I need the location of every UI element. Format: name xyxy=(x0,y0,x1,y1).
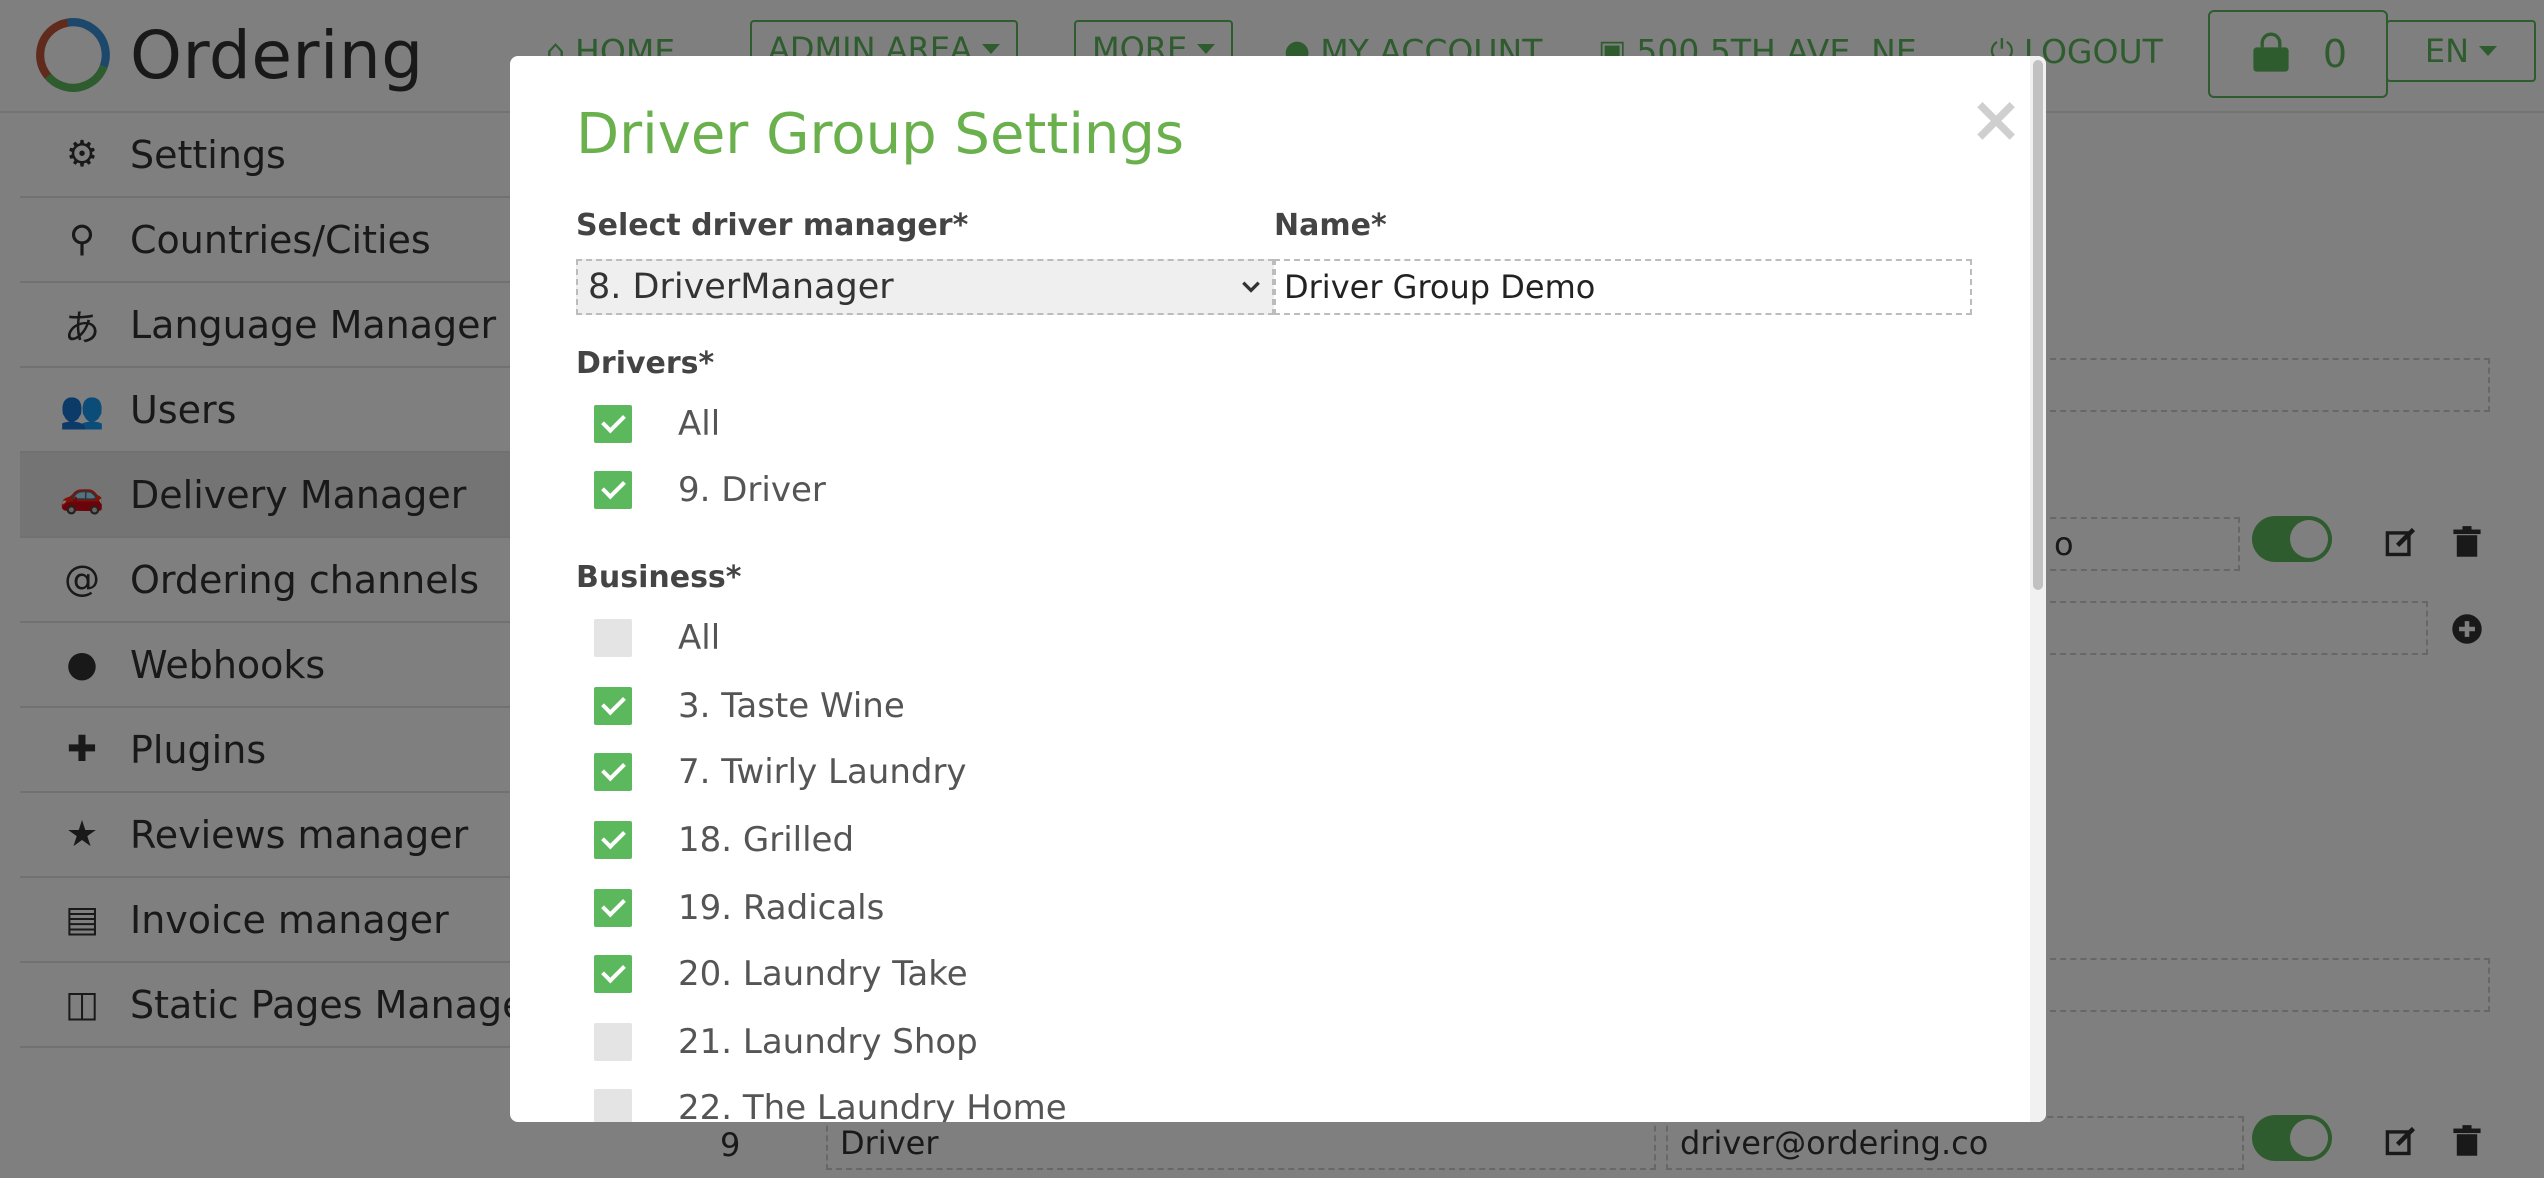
checkbox[interactable] xyxy=(594,405,632,443)
business-checkbox-3[interactable]: 3. Taste Wine xyxy=(594,684,905,728)
checkbox[interactable] xyxy=(594,471,632,509)
modal-scrollbar[interactable] xyxy=(2030,56,2046,1122)
business-checkbox-all[interactable]: All xyxy=(594,616,720,660)
driver-checkbox-9[interactable]: 9. Driver xyxy=(594,468,826,512)
business-checkbox-19[interactable]: 19. Radicals xyxy=(594,886,884,930)
driver-checkbox-all[interactable]: All xyxy=(594,402,720,446)
checkbox[interactable] xyxy=(594,1023,632,1061)
checkbox[interactable] xyxy=(594,687,632,725)
checkbox[interactable] xyxy=(594,889,632,927)
checkbox-label: 3. Taste Wine xyxy=(678,686,905,726)
driver-manager-select[interactable]: 8. DriverManager xyxy=(576,259,1274,315)
chevron-down-icon xyxy=(1242,281,1260,293)
checkbox-label: 9. Driver xyxy=(678,470,826,510)
business-checkbox-21[interactable]: 21. Laundry Shop xyxy=(594,1020,978,1064)
group-name-value: Driver Group Demo xyxy=(1284,268,1596,306)
modal-title: Driver Group Settings xyxy=(576,102,1185,167)
close-button[interactable]: × xyxy=(1966,88,2026,152)
checkbox-label: 18. Grilled xyxy=(678,820,855,860)
name-label: Name* xyxy=(1274,208,1387,243)
group-name-field[interactable]: Driver Group Demo xyxy=(1274,259,1972,315)
checkbox[interactable] xyxy=(594,619,632,657)
checkbox-label: 22. The Laundry Home xyxy=(678,1088,1067,1122)
business-checkbox-22[interactable]: 22. The Laundry Home xyxy=(594,1086,1067,1122)
checkbox[interactable] xyxy=(594,753,632,791)
business-checkbox-20[interactable]: 20. Laundry Take xyxy=(594,952,968,996)
checkbox-label: 7. Twirly Laundry xyxy=(678,752,967,792)
checkbox-label: All xyxy=(678,618,721,658)
business-checkbox-18[interactable]: 18. Grilled xyxy=(594,818,854,862)
checkbox-label: 20. Laundry Take xyxy=(678,954,968,994)
driver-group-settings-modal: Driver Group Settings × Select driver ma… xyxy=(510,56,2046,1122)
checkbox-label: All xyxy=(678,404,721,444)
drivers-label: Drivers* xyxy=(576,346,715,381)
driver-manager-value: 8. DriverManager xyxy=(588,267,894,307)
business-checkbox-7[interactable]: 7. Twirly Laundry xyxy=(594,750,967,794)
scrollbar-thumb[interactable] xyxy=(2033,60,2043,590)
checkbox[interactable] xyxy=(594,1089,632,1122)
checkbox[interactable] xyxy=(594,821,632,859)
business-label: Business* xyxy=(576,560,742,595)
checkbox-label: 19. Radicals xyxy=(678,888,885,928)
checkbox[interactable] xyxy=(594,955,632,993)
driver-manager-label: Select driver manager* xyxy=(576,208,969,243)
checkbox-label: 21. Laundry Shop xyxy=(678,1022,978,1062)
